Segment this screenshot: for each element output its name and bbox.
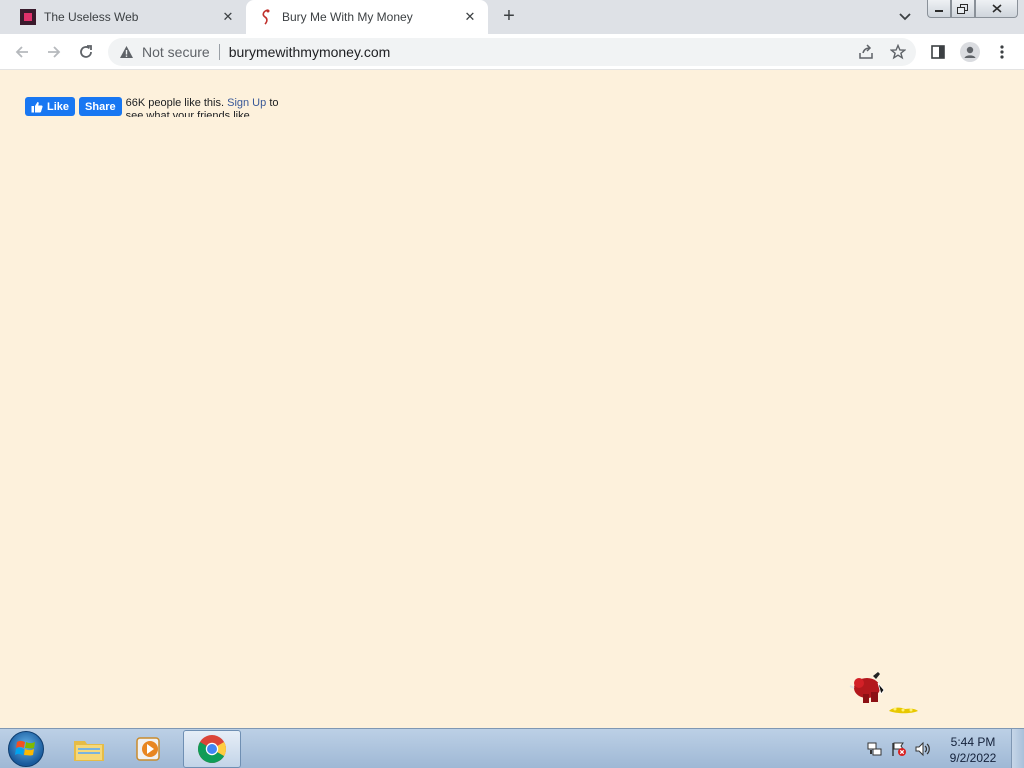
facebook-like-count: 66K people like this. Sign Up to see wha… bbox=[126, 97, 286, 117]
show-desktop-button[interactable] bbox=[1011, 729, 1024, 768]
facebook-share-button[interactable]: Share bbox=[79, 97, 122, 116]
like-label: Like bbox=[47, 100, 70, 113]
facebook-like-button[interactable]: Like bbox=[25, 97, 76, 116]
minimize-button[interactable] bbox=[927, 0, 951, 18]
chrome-icon bbox=[198, 735, 226, 763]
windows-taskbar: 5:44 PM 9/2/2022 bbox=[0, 728, 1024, 768]
profile-avatar-icon[interactable] bbox=[958, 40, 982, 64]
tab-title: The Useless Web bbox=[44, 10, 139, 24]
close-window-button[interactable] bbox=[975, 0, 1018, 18]
tab-strip: The Useless Web ✕ Bury Me With My Money … bbox=[0, 0, 1024, 34]
tab-the-useless-web[interactable]: The Useless Web ✕ bbox=[8, 0, 246, 34]
media-player-icon bbox=[136, 737, 160, 761]
facebook-signup-link[interactable]: Sign Up bbox=[227, 97, 266, 109]
thumbs-up-icon bbox=[31, 101, 43, 113]
like-count-text: 66K people like this. bbox=[125, 97, 225, 109]
folder-icon bbox=[74, 741, 104, 761]
kebab-menu-icon[interactable] bbox=[990, 40, 1014, 64]
side-panel-icon[interactable] bbox=[926, 40, 950, 64]
back-arrow-icon[interactable] bbox=[10, 40, 34, 64]
google-chrome-taskbar-item[interactable] bbox=[183, 730, 241, 768]
facebook-widget: Like Share 66K people like this. Sign Up… bbox=[25, 97, 286, 119]
media-player-taskbar-item[interactable] bbox=[121, 730, 179, 768]
useless-web-favicon-icon bbox=[20, 9, 36, 25]
tab-title: Bury Me With My Money bbox=[282, 10, 413, 24]
network-icon[interactable] bbox=[866, 740, 884, 758]
warning-icon[interactable] bbox=[118, 44, 134, 60]
new-tab-button[interactable]: + bbox=[497, 6, 521, 28]
share-label: Share bbox=[85, 100, 116, 113]
clock-date: 9/2/2022 bbox=[949, 751, 997, 765]
security-status-text[interactable]: Not secure bbox=[142, 44, 210, 60]
address-bar[interactable]: Not secure burymewithmymoney.com bbox=[108, 38, 916, 66]
bookmark-star-icon[interactable] bbox=[886, 40, 910, 64]
forward-arrow-icon[interactable] bbox=[42, 40, 66, 64]
action-center-flag-icon[interactable] bbox=[890, 740, 908, 758]
tab-bury-me-with-my-money[interactable]: Bury Me With My Money ✕ bbox=[246, 0, 488, 34]
system-tray bbox=[866, 729, 932, 768]
digging-man-sprite bbox=[845, 670, 920, 718]
windows-explorer-taskbar-item[interactable] bbox=[60, 730, 118, 768]
start-button[interactable] bbox=[8, 731, 44, 767]
omnibox-divider bbox=[218, 44, 220, 60]
volume-icon[interactable] bbox=[914, 740, 932, 758]
close-tab-icon[interactable]: ✕ bbox=[218, 7, 238, 27]
browser-toolbar: Not secure burymewithmymoney.com bbox=[0, 34, 1024, 70]
bury-me-favicon-icon bbox=[258, 9, 274, 25]
taskbar-clock[interactable]: 5:44 PM 9/2/2022 bbox=[940, 734, 1006, 766]
reload-icon[interactable] bbox=[74, 40, 98, 64]
close-tab-icon[interactable]: ✕ bbox=[460, 7, 480, 27]
clock-time: 5:44 PM bbox=[950, 735, 996, 749]
restore-button[interactable] bbox=[951, 0, 975, 18]
windows-logo-icon bbox=[15, 740, 35, 756]
url-text[interactable]: burymewithmymoney.com bbox=[229, 44, 391, 60]
chevron-down-icon[interactable] bbox=[895, 8, 915, 26]
share-icon[interactable] bbox=[854, 40, 878, 64]
